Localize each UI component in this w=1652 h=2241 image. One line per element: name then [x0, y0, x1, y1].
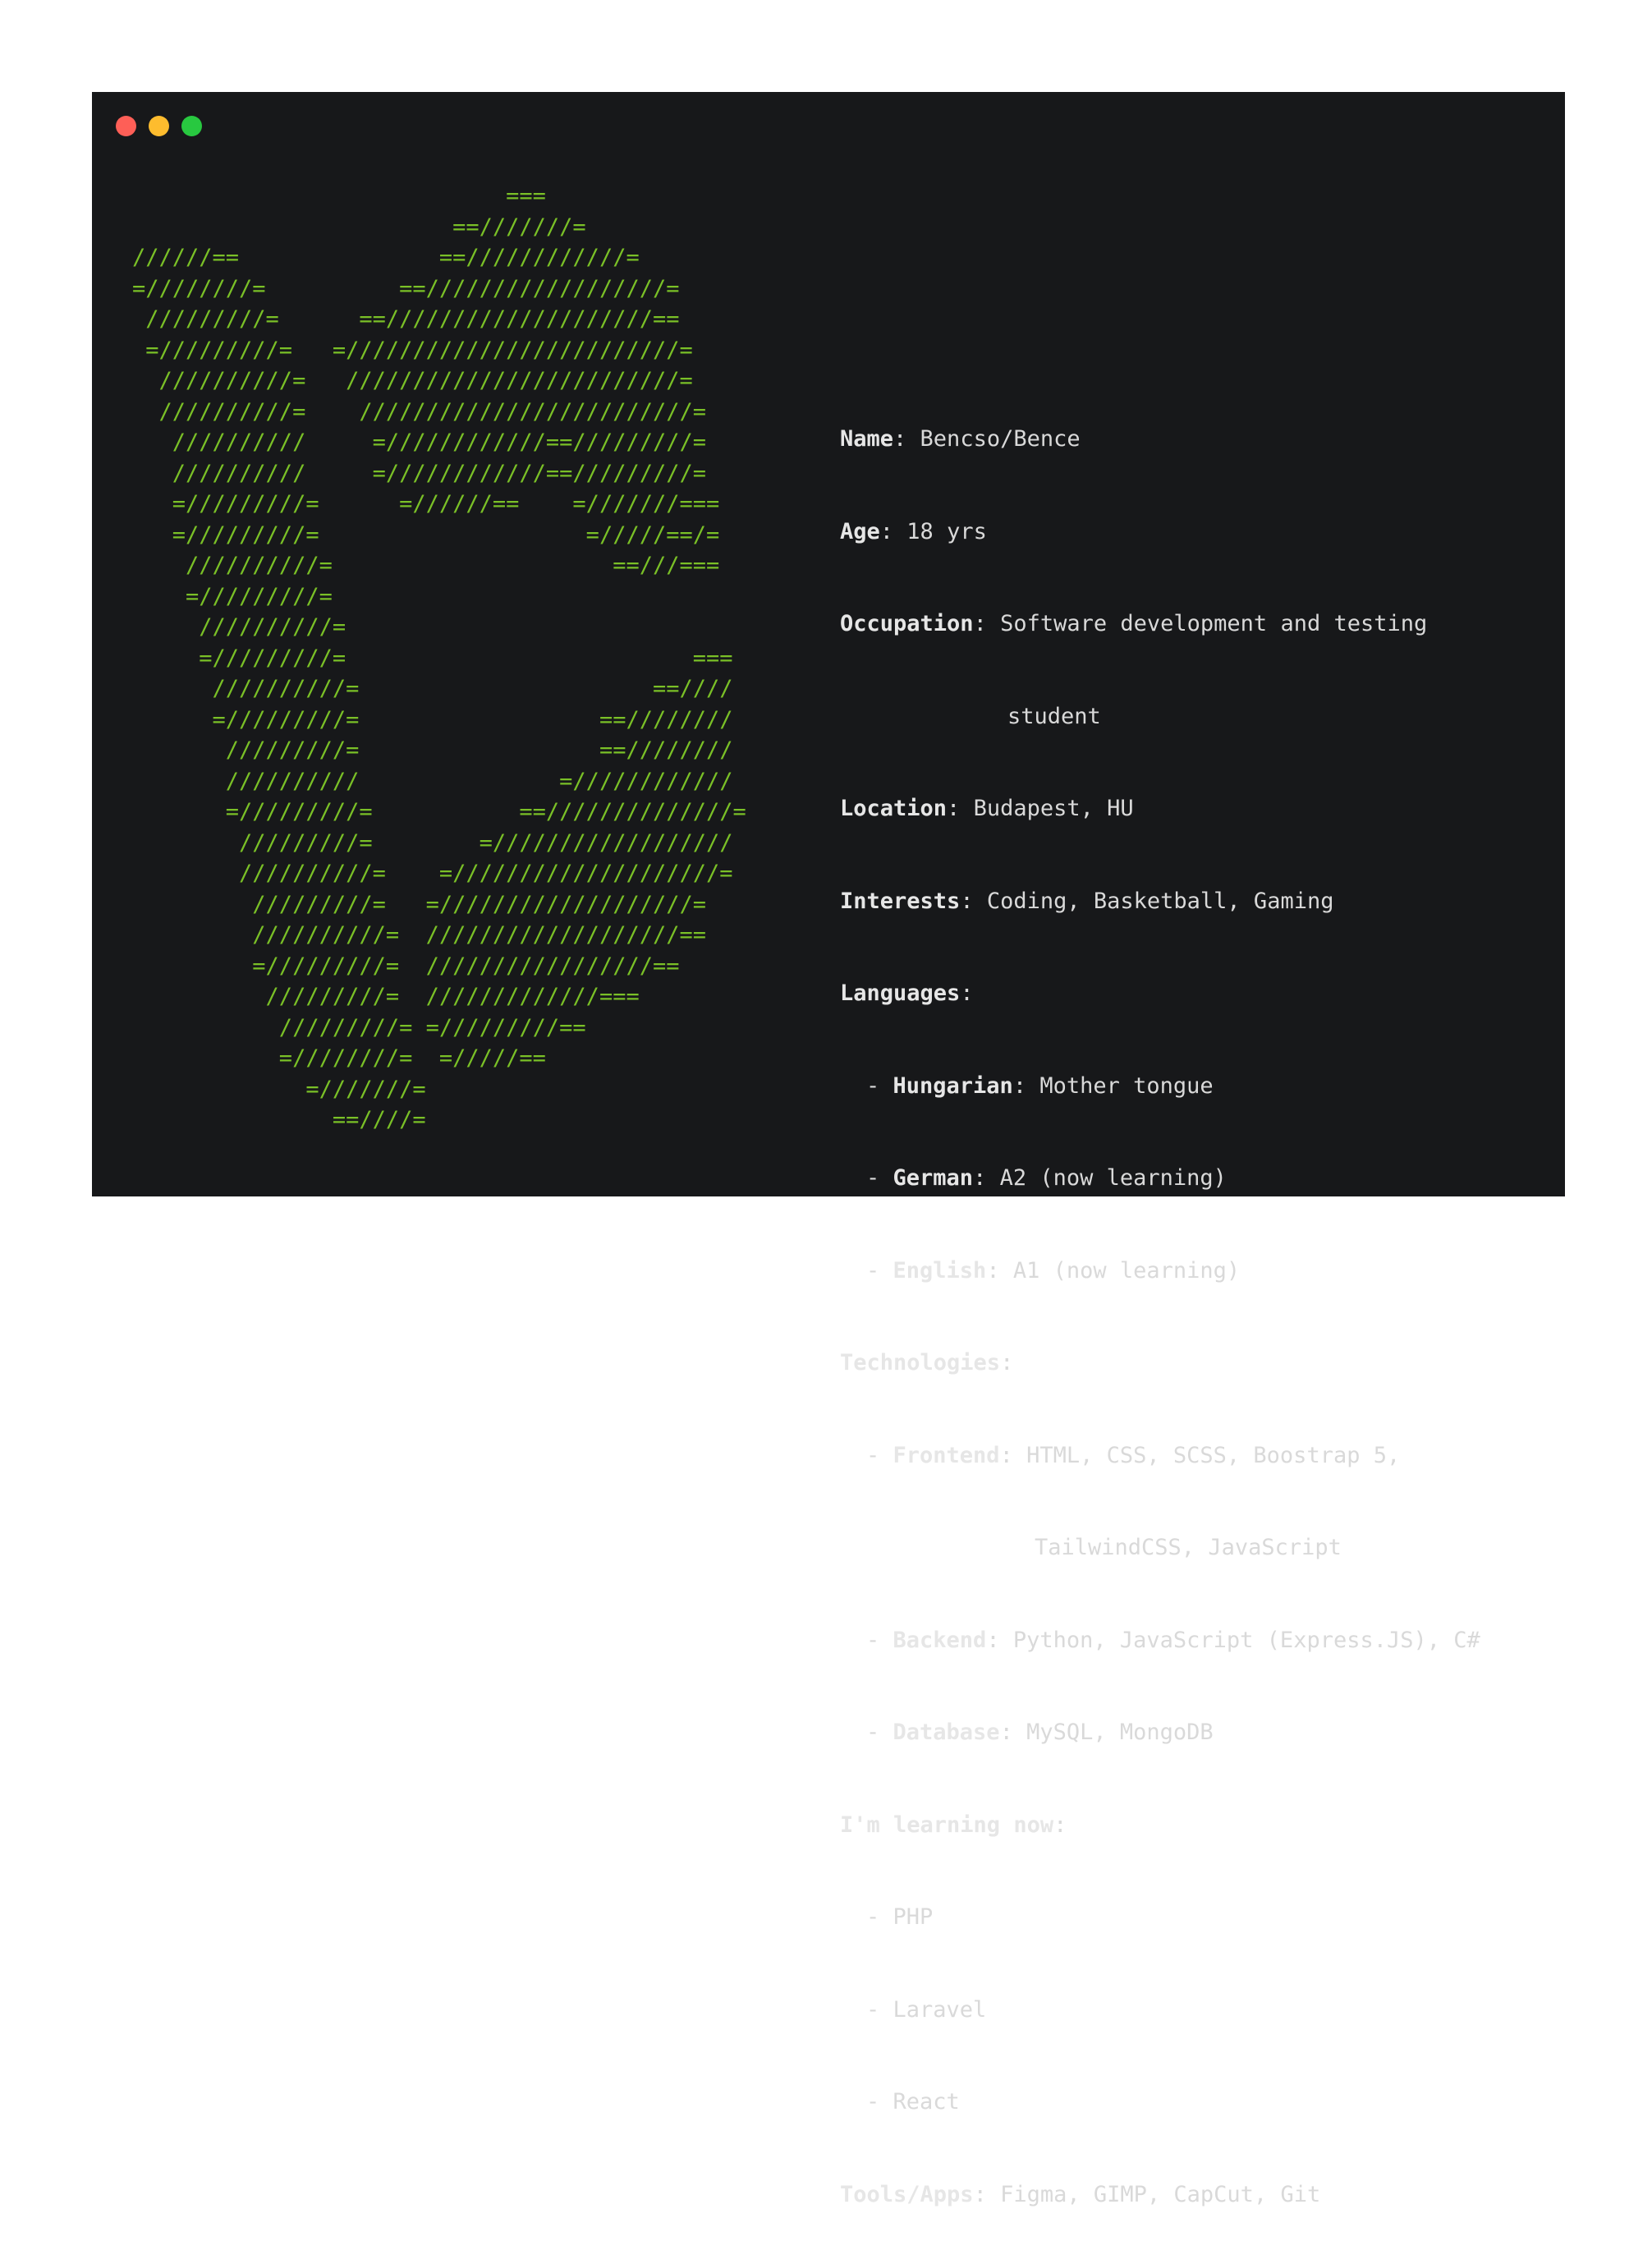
ascii-art-line: ////////// =////////////	[132, 768, 733, 794]
ascii-art-line: ////////// =////////////==/////////=	[132, 460, 706, 486]
maximize-window-button[interactable]	[181, 116, 202, 136]
ascii-art-line: ==///////=	[132, 214, 586, 240]
ascii-art-line: //////////= /////////////////////////=	[132, 368, 693, 393]
location-value: Budapest, HU	[973, 796, 1134, 821]
ascii-art-line: //////////= ==///===	[132, 553, 720, 578]
ascii-art-line: /////////= ==////////	[132, 737, 733, 763]
ascii-art-line: ////////// =////////////==/////////=	[132, 429, 706, 455]
ascii-art-line: =////////= ==//////////////////=	[132, 275, 680, 301]
ascii-art-line: /////////= =//////////////////	[132, 829, 733, 856]
language-item: - Hungarian: Mother tongue	[866, 1072, 1214, 1099]
learning-label: I'm learning now	[840, 1812, 1054, 1838]
ascii-art-line: //////////= ==////	[132, 676, 733, 701]
occupation-row: Occupation: Software development and tes…	[840, 611, 1428, 636]
learning-item-text: PHP	[893, 1904, 934, 1930]
tools-value: Figma, GIMP, CapCut, Git	[1000, 2181, 1321, 2207]
name-value: Bencso/Bence	[920, 426, 1081, 452]
ascii-art-line: =/////////= ==//////////////=	[132, 799, 746, 824]
languages-row: Languages:	[840, 980, 974, 1006]
frontend-continuation: TailwindCSS, JavaScript	[840, 1532, 1480, 1564]
frontend-row: - Frontend: HTML, CSS, SCSS, Boostrap 5,	[866, 1442, 1401, 1468]
ascii-art-line: /////////= =/////////==	[132, 1014, 586, 1040]
language-item: - English: A1 (now learning)	[866, 1257, 1241, 1284]
ascii-art-line: //////////= ///////////////////==	[132, 922, 706, 948]
learning-item: - PHP	[866, 1904, 934, 1930]
close-window-button[interactable]	[116, 116, 136, 136]
backend-value: Python, JavaScript (Express.JS), C#	[1012, 1627, 1480, 1653]
language-label: Hungarian	[893, 1072, 1013, 1099]
age-row: Age: 18 yrs	[840, 518, 987, 544]
occupation-continuation: student	[840, 701, 1480, 732]
language-value: Mother tongue	[1039, 1072, 1214, 1099]
learning-row: I'm learning now:	[840, 1812, 1067, 1838]
ascii-art-line: =/////////= =/////==/=	[132, 521, 720, 548]
language-label: English	[893, 1257, 987, 1284]
age-value: 18 yrs	[906, 518, 987, 544]
name-row: Name: Bencso/Bence	[840, 426, 1081, 452]
frontend-label: Frontend	[893, 1442, 1000, 1468]
ascii-art-line: /////////= ==////////////////////==	[132, 306, 680, 332]
ascii-art-line: //////////=	[132, 614, 346, 640]
location-label: Location	[840, 796, 948, 821]
learning-item-text: React	[893, 2089, 960, 2115]
ascii-art-line: =/////////=	[132, 583, 333, 609]
interests-row: Interests: Coding, Basketball, Gaming	[840, 888, 1334, 914]
tools-row: Tools/Apps: Figma, GIMP, CapCut, Git	[840, 2181, 1321, 2207]
occupation-value: Software development and testing	[1000, 611, 1428, 636]
ascii-art-line: //////////= =////////////////////=	[132, 861, 733, 886]
interests-label: Interests	[840, 888, 961, 914]
name-label: Name	[840, 426, 894, 452]
ascii-art-line: /////////= /////////////===	[132, 984, 640, 1009]
minimize-window-button[interactable]	[149, 116, 169, 136]
ascii-art-line: =/////////= ===	[132, 645, 733, 671]
age-label: Age	[840, 518, 880, 544]
location-row: Location: Budapest, HU	[840, 796, 1134, 821]
occupation-value-cont: student	[1007, 703, 1101, 729]
ascii-art-line: =/////////= ==////////	[132, 706, 733, 732]
backend-row: - Backend: Python, JavaScript (Express.J…	[866, 1627, 1480, 1653]
language-value: A1 (now learning)	[1012, 1257, 1241, 1284]
database-value: MySQL, MongoDB	[1026, 1720, 1214, 1745]
learning-item-text: Laravel	[893, 1996, 987, 2023]
ascii-art-line: ==////=	[132, 1107, 426, 1132]
ascii-art-line: =///////=	[132, 1076, 426, 1102]
ascii-art-line: /////////= =///////////////////=	[132, 891, 706, 917]
ascii-art-line: =/////////= /////////////////==	[132, 953, 680, 979]
languages-label: Languages	[840, 980, 961, 1006]
ascii-art-line: =/////////= =//////== =///////===	[132, 491, 720, 517]
learning-item: - Laravel	[866, 1996, 987, 2023]
tools-label: Tools/Apps	[840, 2181, 974, 2207]
profile-info: Name: Bencso/Bence Age: 18 yrs Occupatio…	[840, 362, 1480, 2241]
frontend-value: HTML, CSS, SCSS, Boostrap 5,	[1026, 1442, 1401, 1468]
technologies-row: Technologies:	[840, 1350, 1014, 1375]
interests-value: Coding, Basketball, Gaming	[986, 888, 1334, 914]
ascii-art-line: ===	[132, 183, 546, 209]
database-label: Database	[893, 1720, 1000, 1745]
frontend-value-cont: TailwindCSS, JavaScript	[1035, 1535, 1342, 1560]
language-label: German	[893, 1165, 974, 1191]
ascii-art-logo: === ==///////= //////== ==////////////= …	[132, 181, 746, 1136]
language-item: - German: A2 (now learning)	[866, 1165, 1227, 1191]
ascii-art-line: //////////= /////////////////////////=	[132, 398, 706, 425]
language-value: A2 (now learning)	[999, 1165, 1227, 1191]
technologies-label: Technologies	[840, 1350, 1001, 1375]
database-row: - Database: MySQL, MongoDB	[866, 1720, 1214, 1745]
backend-label: Backend	[893, 1627, 987, 1653]
ascii-art-line: //////== ==////////////=	[132, 245, 640, 270]
occupation-label: Occupation	[840, 611, 974, 636]
ascii-art-line: =////////= =/////==	[132, 1045, 546, 1071]
learning-item: - React	[866, 2089, 960, 2115]
ascii-art-line: =/////////= =/////////////////////////=	[132, 337, 693, 363]
